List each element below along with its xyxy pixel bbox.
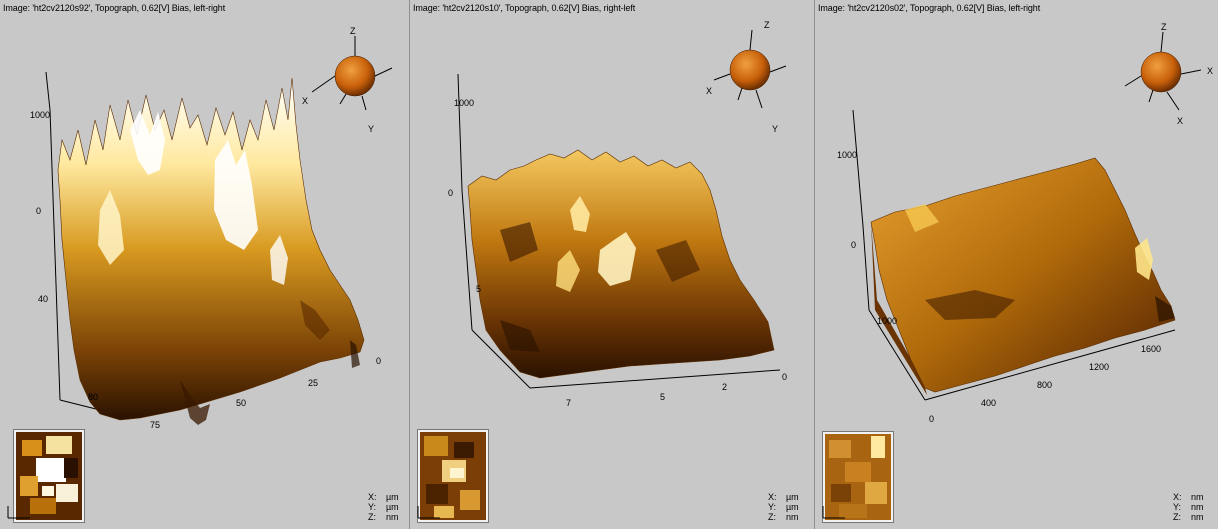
x-tick: 75	[150, 420, 161, 430]
y-tick: 1000	[877, 316, 898, 326]
unit-y: µm	[786, 502, 799, 512]
unit-key-y: Y:	[368, 502, 377, 512]
view-panel-1[interactable]: Image: 'ht2cv2120s92', Topograph, 0.62[V…	[0, 0, 410, 529]
z-axis-label: Z	[1161, 22, 1167, 32]
unit-key-x: X:	[368, 492, 377, 502]
y-axis-label: Y	[772, 124, 779, 134]
x-tick: 0	[782, 372, 788, 382]
unit-key-y: Y:	[1173, 502, 1182, 512]
unit-z: nm	[1191, 512, 1204, 522]
y-tick: 80	[88, 392, 99, 402]
unit-y: nm	[1191, 502, 1204, 512]
y-axis-label: Y	[368, 124, 375, 134]
z-tick: 0	[851, 240, 857, 250]
x-tick: 400	[981, 398, 997, 408]
y-tick: 5	[476, 284, 482, 294]
topography-surface	[870, 157, 1176, 393]
x-tick: 50	[236, 398, 247, 408]
unit-key-y: Y:	[768, 502, 777, 512]
z-tick: 0	[448, 188, 454, 198]
x-axis-label: X	[1207, 66, 1214, 76]
unit-key-x: X:	[768, 492, 777, 502]
x-axis-label: X	[706, 86, 713, 96]
x-tick: 1200	[1089, 362, 1110, 372]
unit-key-x: X:	[1173, 492, 1182, 502]
z-tick: 1000	[30, 110, 51, 120]
x-axis-label: X	[302, 96, 309, 106]
units-legend: X: µm Y: µm Z: nm	[368, 492, 399, 522]
orientation-sphere-icon[interactable]	[1115, 24, 1215, 134]
z-axis-label: Z	[350, 26, 356, 36]
z-tick: 0	[36, 206, 42, 216]
unit-key-z: Z:	[1173, 512, 1181, 522]
z-axis-label: Z	[764, 20, 770, 30]
x-tick: 800	[1037, 380, 1053, 390]
orientation-sphere-icon[interactable]	[300, 24, 400, 134]
afm-3d-viewer: Image: 'ht2cv2120s92', Topograph, 0.62[V…	[0, 0, 1218, 529]
x-tick: 0	[376, 356, 382, 366]
view-panel-3[interactable]: Image: 'ht2cv2120s02', Topograph, 0.62[V…	[815, 0, 1218, 529]
units-legend: X: nm Y: nm Z: nm	[1173, 492, 1204, 522]
unit-key-z: Z:	[368, 512, 376, 522]
y-axis-label: X	[1177, 116, 1184, 126]
unit-z: nm	[786, 512, 799, 522]
axis-corner-icon	[819, 506, 849, 527]
x-tick: 1600	[1141, 344, 1162, 354]
unit-x: µm	[786, 492, 799, 502]
y-tick: 40	[38, 294, 49, 304]
unit-y: µm	[386, 502, 399, 512]
x-tick: 0	[929, 414, 935, 424]
unit-x: nm	[1191, 492, 1204, 502]
orientation-sphere-icon[interactable]	[700, 24, 800, 134]
unit-key-z: Z:	[768, 512, 776, 522]
x-tick: 2	[722, 382, 728, 392]
x-tick: 7	[566, 398, 572, 408]
view-panel-2[interactable]: Image: 'ht2cv2120s10', Topograph, 0.62[V…	[410, 0, 815, 529]
units-legend: X: µm Y: µm Z: nm	[768, 492, 799, 522]
x-tick: 25	[308, 378, 319, 388]
unit-x: µm	[386, 492, 399, 502]
axis-corner-icon	[4, 506, 34, 527]
x-tick: 5	[660, 392, 666, 402]
axis-corner-icon	[414, 506, 444, 527]
z-tick: 1000	[837, 150, 858, 160]
unit-z: nm	[386, 512, 399, 522]
z-tick: 1000	[454, 98, 475, 108]
